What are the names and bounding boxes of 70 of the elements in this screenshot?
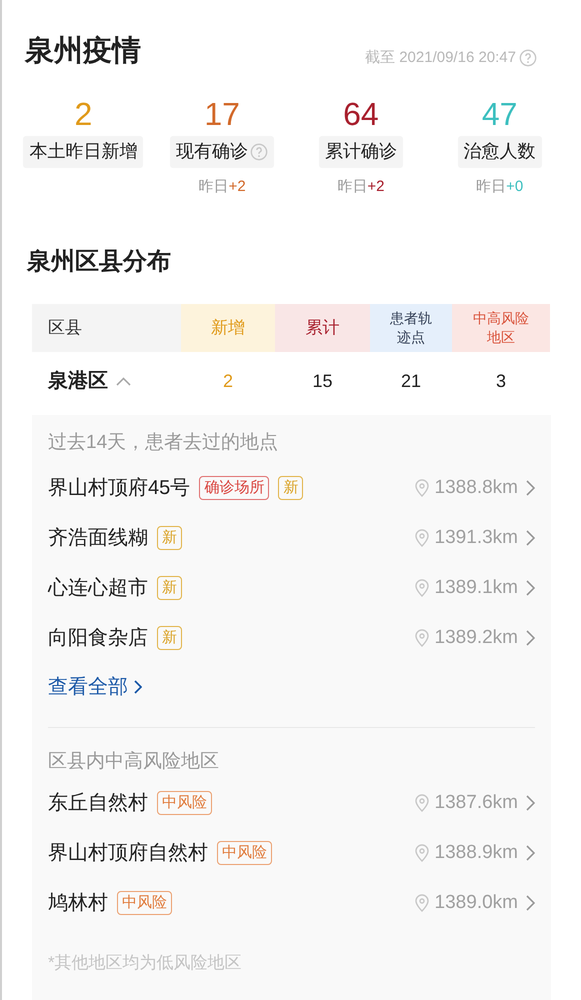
chevron-up-icon[interactable] <box>116 376 131 386</box>
place-name: 心连心超市 <box>48 576 148 601</box>
chevron-right-icon[interactable] <box>526 530 535 546</box>
column-header: 新增 <box>181 304 275 352</box>
distance: 1388.8km <box>434 476 518 500</box>
place-tag: 中风险 <box>157 791 212 815</box>
chevron-right-icon[interactable] <box>526 580 535 596</box>
location-pin-icon <box>414 529 429 547</box>
place-tag: 确诊场所 <box>199 476 270 500</box>
view-all-link[interactable]: 查看全部 <box>48 663 142 711</box>
delta-label: 昨日 <box>476 176 506 196</box>
stat-label: 本土昨日新增 <box>23 136 144 168</box>
table-cell-text: 2 <box>222 370 233 392</box>
location-pin-icon <box>414 844 429 862</box>
delta-value: +0 <box>506 176 524 196</box>
table-cell-text: 3 <box>496 370 506 392</box>
delta-label: 昨日 <box>337 176 368 196</box>
page-title: 泉州疫情 <box>25 34 141 69</box>
distance: 1389.0km <box>434 890 518 915</box>
help-icon[interactable] <box>519 49 537 68</box>
distance: 1391.3km <box>434 526 518 550</box>
place-tag: 新 <box>157 526 182 550</box>
stat-value: 17 <box>204 94 240 134</box>
location-pin-icon <box>414 579 429 597</box>
stat-value: 64 <box>343 94 379 134</box>
district-name[interactable]: 泉港区 <box>48 366 108 396</box>
place-name: 向阳食杂店 <box>48 626 148 651</box>
place-tag: 中风险 <box>217 841 272 865</box>
place-tag: 新 <box>157 626 182 650</box>
column-header: 区县 <box>32 304 181 352</box>
column-header: 累计 <box>275 304 370 352</box>
distance: 1389.2km <box>434 626 518 650</box>
stat-label: 累计确诊 <box>318 136 403 168</box>
location-pin-icon <box>414 894 429 912</box>
place-name: 界山村顶府自然村 <box>48 841 208 866</box>
subsection-title: 区县内中高风险地区 <box>48 750 220 774</box>
table-cell-text: 15 <box>312 370 333 392</box>
delta-value: +2 <box>367 176 384 196</box>
location-pin-icon <box>414 479 429 497</box>
subsection-title: 过去14天，患者去过的地点 <box>48 431 280 455</box>
place-name: 齐浩面线糊 <box>48 526 148 551</box>
place-name: 界山村顶府45号 <box>48 476 190 501</box>
chevron-right-icon[interactable] <box>526 630 535 646</box>
place-tag: 中风险 <box>117 891 172 915</box>
section-title: 泉州区县分布 <box>26 247 172 277</box>
location-pin-icon <box>414 794 429 812</box>
update-time: 截至 2021/09/16 20:47 <box>365 48 516 68</box>
delta-label: 昨日 <box>198 176 229 196</box>
delta-value: +2 <box>228 176 246 196</box>
stat-value: 47 <box>482 94 518 134</box>
place-name: 鸠林村 <box>48 891 108 916</box>
location-pin-icon <box>414 629 429 647</box>
place-tag: 新 <box>157 576 182 600</box>
chevron-right-icon[interactable] <box>526 480 535 496</box>
place-name: 东丘自然村 <box>48 791 148 816</box>
chevron-right-icon <box>134 680 142 694</box>
column-header: 患者轨迹点 <box>370 304 452 352</box>
chevron-right-icon[interactable] <box>526 845 535 861</box>
column-header: 中高风险地区 <box>452 304 550 352</box>
help-icon[interactable] <box>250 142 268 160</box>
stat-value: 2 <box>74 94 92 134</box>
place-tag: 新 <box>278 476 304 500</box>
table-cell-text: 21 <box>400 370 422 392</box>
stat-label: 治愈人数 <box>458 136 542 168</box>
chevron-right-icon[interactable] <box>526 895 535 911</box>
stat-label: 现有确诊 <box>170 136 274 168</box>
distance: 1387.6km <box>434 790 518 815</box>
distance: 1389.1km <box>434 576 518 600</box>
distance: 1388.9km <box>434 840 518 865</box>
chevron-right-icon[interactable] <box>526 795 535 811</box>
